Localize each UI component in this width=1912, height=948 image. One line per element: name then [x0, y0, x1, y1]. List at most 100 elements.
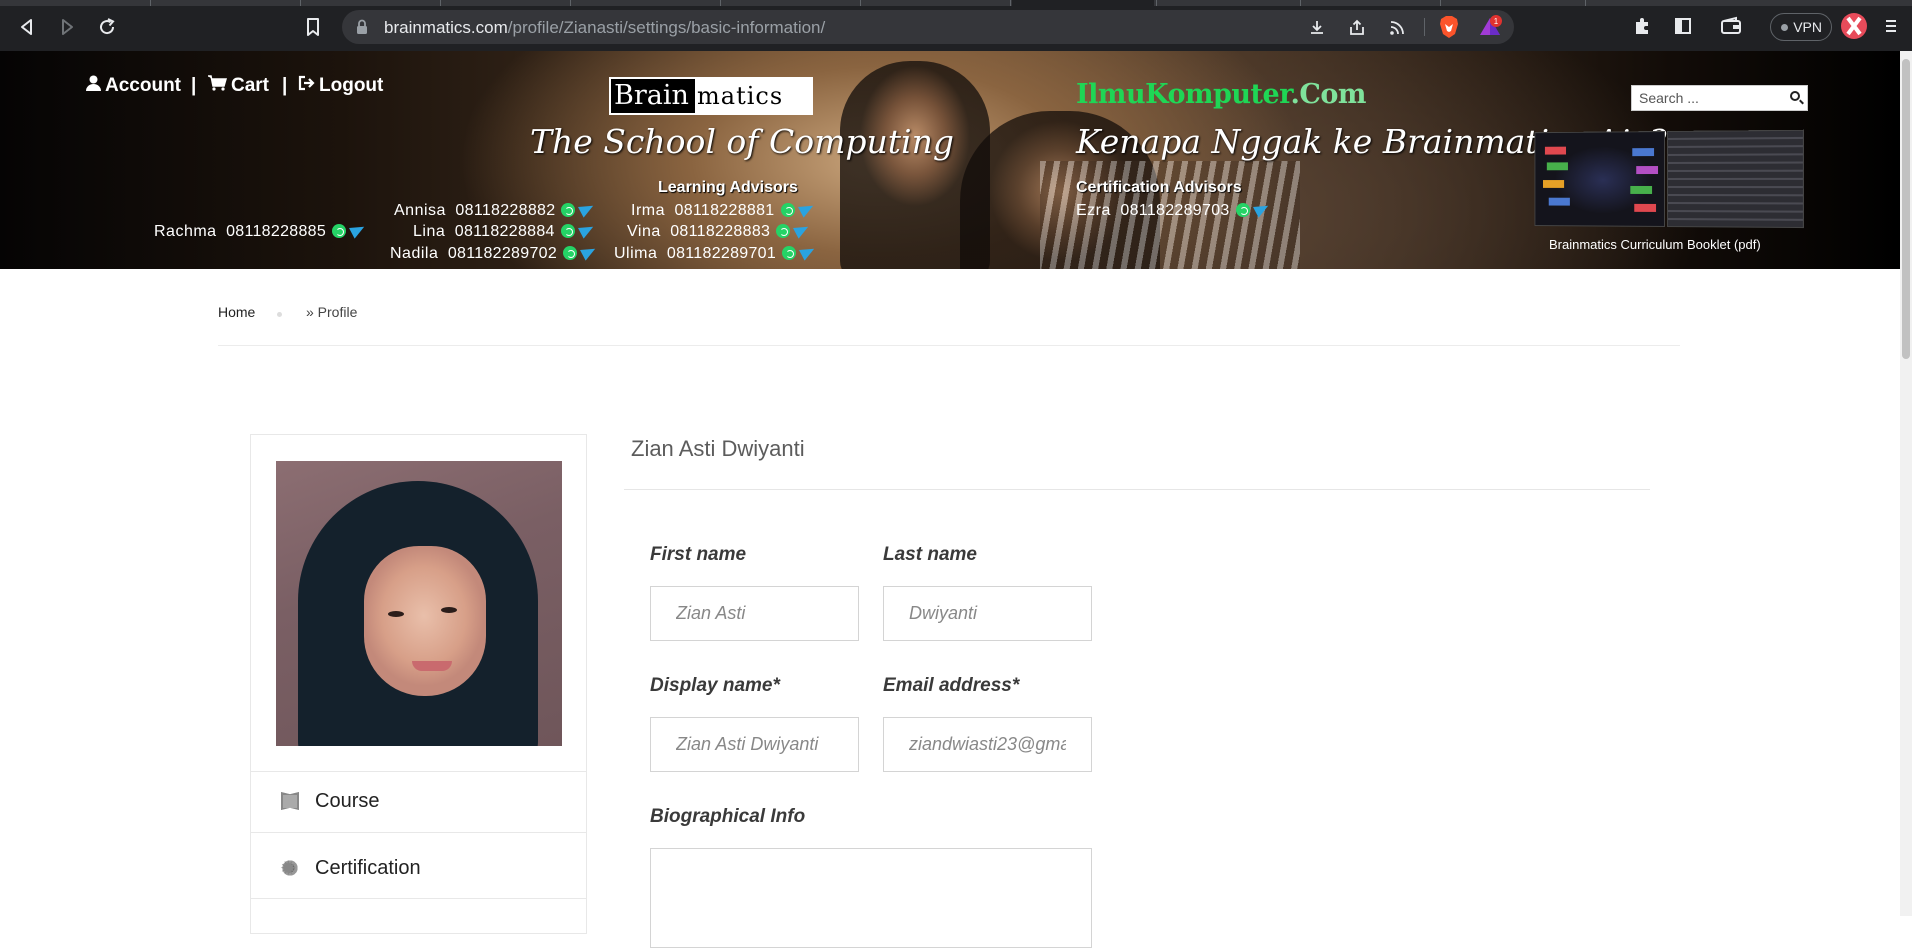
- breadcrumb-separator: [277, 312, 282, 317]
- logout-label: Logout: [319, 75, 384, 96]
- download-icon[interactable]: [1307, 18, 1327, 38]
- cart-link[interactable]: Cart: [208, 75, 269, 97]
- advisor-contact[interactable]: Annisa 08118228882: [394, 200, 597, 220]
- learning-advisors-title: Learning Advisors: [658, 179, 798, 196]
- advisor-name: Annisa: [394, 202, 446, 219]
- forward-icon[interactable]: [54, 14, 80, 40]
- cart-icon: [208, 75, 227, 95]
- logo-matics-text: matics: [697, 82, 784, 110]
- active-tab[interactable]: [1012, 0, 1154, 6]
- logout-link[interactable]: Logout: [298, 75, 383, 97]
- advisor-contact[interactable]: Lina 08118228884: [413, 221, 596, 241]
- last-name-label: Last name: [883, 544, 977, 565]
- advisor-name: Irma: [631, 202, 665, 219]
- telegram-icon[interactable]: [577, 221, 596, 239]
- rewards-badge: 1: [1494, 17, 1499, 26]
- advisor-phone: 08118228883: [670, 223, 771, 240]
- sidebar-item-label: Certification: [315, 857, 421, 879]
- gear-icon: [280, 856, 299, 881]
- header-separator: |: [282, 75, 288, 96]
- wallet-icon[interactable]: [1718, 13, 1744, 39]
- cart-label: Cart: [231, 75, 270, 96]
- whatsapp-icon[interactable]: [782, 246, 797, 260]
- advisor-phone: 08118228885: [226, 223, 327, 240]
- telegram-icon[interactable]: [349, 221, 368, 239]
- advisor-contact[interactable]: Ezra 081182289703: [1076, 200, 1271, 220]
- telegram-icon[interactable]: [799, 243, 818, 261]
- page-scrollbar[interactable]: [1900, 51, 1912, 916]
- advisor-phone: 08118228884: [454, 223, 555, 240]
- user-icon: [86, 75, 101, 95]
- email-field[interactable]: [883, 717, 1092, 772]
- ilmu-logo-text: IlmuKomputer: [1076, 79, 1291, 110]
- tab-strip: [0, 0, 1912, 6]
- advisor-contact[interactable]: Vina 08118228883: [627, 221, 812, 241]
- site-header-banner: Account | Cart | Logout Brain matics The…: [0, 51, 1900, 269]
- telegram-icon[interactable]: [578, 200, 597, 218]
- account-link[interactable]: Account: [86, 75, 181, 97]
- bio-textarea[interactable]: [650, 848, 1092, 948]
- certification-advisors-title: Certification Advisors: [1076, 179, 1242, 196]
- telegram-icon[interactable]: [793, 221, 812, 239]
- booklet-caption[interactable]: Brainmatics Curriculum Booklet (pdf): [1549, 237, 1761, 252]
- advisor-contact[interactable]: Irma 08118228881: [631, 200, 816, 220]
- back-icon[interactable]: [14, 14, 40, 40]
- sidebar-item-course[interactable]: Course: [251, 772, 586, 832]
- advisor-name: Vina: [627, 223, 661, 240]
- profile-name-heading: Zian Asti Dwiyanti: [631, 436, 805, 461]
- brave-shield-icon[interactable]: [1438, 15, 1460, 39]
- email-label: Email address*: [883, 675, 1020, 696]
- menu-icon[interactable]: [1878, 13, 1904, 39]
- telegram-icon[interactable]: [1252, 200, 1271, 218]
- whatsapp-icon[interactable]: [780, 203, 795, 217]
- bookmark-icon[interactable]: [300, 14, 326, 40]
- logout-icon: [298, 75, 315, 95]
- whatsapp-icon[interactable]: [332, 224, 347, 238]
- advisor-phone: 08118228881: [674, 202, 775, 219]
- search-icon[interactable]: [1790, 91, 1800, 101]
- advisor-contact[interactable]: Ulima 081182289701: [614, 243, 818, 263]
- ilmukomputer-logo[interactable]: IlmuKomputer.Com: [1076, 79, 1366, 110]
- whatsapp-icon[interactable]: [1235, 203, 1250, 217]
- scrollbar-thumb[interactable]: [1902, 59, 1910, 359]
- advisor-name: Rachma: [154, 223, 217, 240]
- profile-icon[interactable]: [1840, 12, 1868, 40]
- advisor-contact[interactable]: Rachma 08118228885: [154, 221, 368, 241]
- extensions-icon[interactable]: [1629, 13, 1655, 39]
- sidebar-icon[interactable]: [1670, 13, 1696, 39]
- whatsapp-icon[interactable]: [561, 203, 576, 217]
- telegram-icon[interactable]: [580, 243, 599, 261]
- whatsapp-icon[interactable]: [560, 224, 575, 238]
- vpn-label: VPN: [1793, 19, 1822, 35]
- bio-label: Biographical Info: [650, 806, 806, 827]
- site-search-input[interactable]: Search ...: [1631, 85, 1808, 111]
- breadcrumb-current: » Profile: [306, 304, 358, 320]
- profile-divider: [624, 489, 1650, 490]
- sidebar-divider: [251, 898, 586, 899]
- rss-icon[interactable]: [1387, 18, 1407, 38]
- display-name-label: Display name*: [650, 675, 780, 696]
- sidebar-divider: [251, 832, 586, 833]
- lock-icon[interactable]: [356, 19, 368, 35]
- brainmatics-logo[interactable]: Brain matics: [609, 77, 813, 115]
- profile-avatar[interactable]: [276, 461, 562, 746]
- brave-rewards-icon[interactable]: 1: [1478, 15, 1502, 39]
- url-text[interactable]: brainmatics.com/profile/Zianasti/setting…: [384, 18, 825, 38]
- sidebar-item-certification[interactable]: Certification: [251, 839, 586, 899]
- curriculum-booklet-image[interactable]: [1534, 129, 1804, 237]
- reload-icon[interactable]: [94, 14, 120, 40]
- advisor-contact[interactable]: Nadila 081182289702: [390, 243, 599, 263]
- whatsapp-icon[interactable]: [563, 246, 578, 260]
- first-name-field[interactable]: [650, 586, 859, 641]
- display-name-field[interactable]: [650, 717, 859, 772]
- vpn-button[interactable]: VPN: [1770, 13, 1832, 41]
- last-name-field[interactable]: [883, 586, 1092, 641]
- share-icon[interactable]: [1347, 18, 1367, 38]
- advisor-name: Nadila: [390, 245, 439, 262]
- address-bar[interactable]: brainmatics.com/profile/Zianasti/setting…: [342, 10, 1514, 44]
- breadcrumb-home-link[interactable]: Home: [218, 304, 255, 320]
- profile-sidebar: Course Certification: [250, 434, 587, 934]
- whatsapp-icon[interactable]: [776, 224, 791, 238]
- telegram-icon[interactable]: [797, 200, 816, 218]
- account-label: Account: [105, 75, 181, 96]
